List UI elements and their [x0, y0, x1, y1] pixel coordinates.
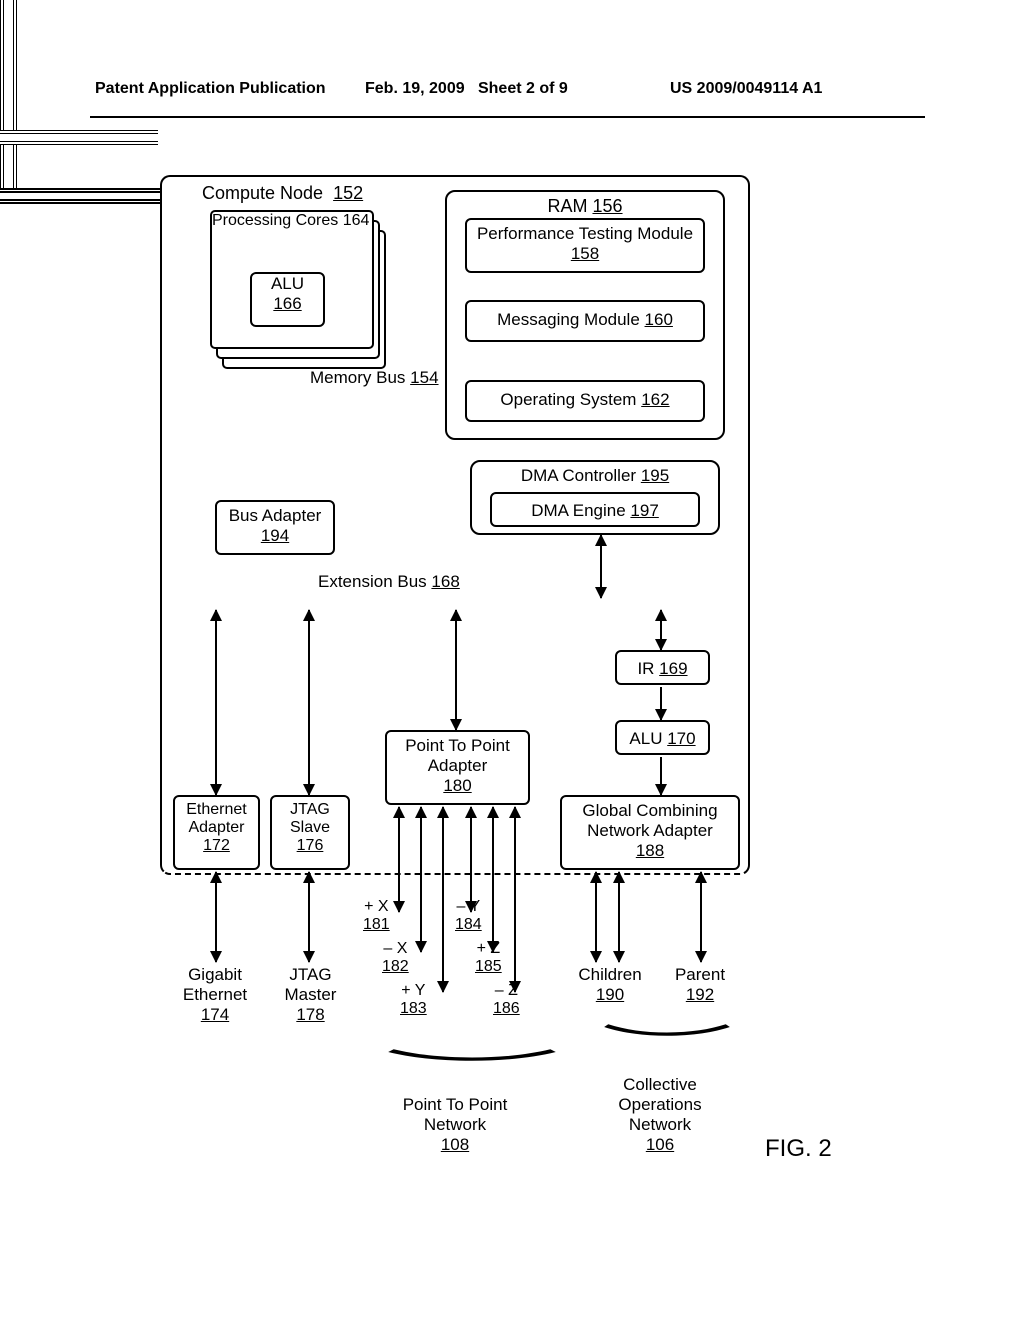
msg-ref: 160 — [645, 310, 673, 329]
header-date: Feb. 19, 2009 — [365, 80, 465, 97]
gcn-label: Global Combining Network Adapter — [562, 801, 738, 841]
arrow-ptp-py — [442, 807, 444, 992]
processing-cores-ref: 164 — [343, 212, 370, 229]
arrow-extbus-ir — [660, 610, 662, 650]
dmaeng-ref: 197 — [630, 501, 658, 520]
memory-bus-label: Memory Bus 154 — [310, 368, 439, 388]
parent-label: Parent192 — [660, 965, 740, 1005]
arrow-ptp-nz — [514, 807, 516, 992]
dmaeng-label: DMA Engine — [531, 501, 626, 520]
memory-bus-horizontal — [0, 130, 158, 145]
dma-engine-box: DMA Engine 197 — [490, 492, 700, 527]
memory-bus-text: Memory Bus — [310, 368, 405, 387]
gigabit-ethernet-label: Gigabit Ethernet174 — [165, 965, 265, 1025]
arrow-ptp-ny — [470, 807, 472, 912]
header-sheet: Sheet 2 of 9 — [478, 80, 568, 97]
arrow-jtag-master — [308, 872, 310, 962]
extension-bus-text: Extension Bus — [318, 572, 427, 591]
eth-label: Ethernet Adapter — [175, 801, 258, 837]
alu2-label: ALU — [629, 729, 662, 748]
arrow-ptp-px — [398, 807, 400, 912]
children-label: Children190 — [565, 965, 655, 1005]
alu-ref: 166 — [273, 294, 301, 313]
messaging-module-box: Messaging Module 160 — [465, 300, 705, 342]
compute-node-ref: 152 — [333, 183, 363, 203]
ptp-adapter-box: Point To Point Adapter 180 — [385, 730, 530, 805]
dir-minus-y: – Y184 — [455, 898, 482, 934]
ir-ref: 169 — [659, 659, 687, 678]
jtag-slave-box: JTAG Slave 176 — [270, 795, 350, 870]
extension-bus-ref: 168 — [431, 572, 459, 591]
os-ref: 162 — [641, 390, 669, 409]
ptp-label: Point To Point Adapter — [387, 736, 528, 776]
collective-network-label: Collective Operations Network106 — [585, 1075, 735, 1155]
dma-label: DMA Controller — [521, 466, 636, 485]
ptp-ref: 180 — [443, 776, 471, 795]
figure-label: FIG. 2 — [765, 1135, 832, 1163]
dir-plus-z: + Z185 — [475, 940, 502, 976]
dir-plus-y: + Y183 — [400, 982, 427, 1018]
dir-minus-z: – Z186 — [493, 982, 520, 1018]
ptp-network-label: Point To Point Network108 — [380, 1095, 530, 1155]
ir-label: IR — [637, 659, 654, 678]
ram-label: RAM — [547, 196, 587, 216]
brace-col: ︶ — [601, 1010, 733, 1074]
jtag-label: JTAG Slave — [272, 801, 348, 837]
memory-bus-ref: 154 — [410, 368, 438, 387]
perf-ref: 158 — [571, 244, 599, 263]
perf-label: Performance Testing Module — [467, 224, 703, 244]
arrow-extbus-ptp — [455, 610, 457, 730]
arrow-ptp-nx — [420, 807, 422, 952]
bus-adapter-label: Bus Adapter — [217, 506, 333, 526]
arrow-eth-gige — [215, 872, 217, 962]
extension-bus-label: Extension Bus 168 — [318, 572, 460, 592]
arrow-ptp-pz — [492, 807, 494, 952]
bus-adapter-ref: 194 — [261, 526, 289, 545]
jtag-master-label: JTAG Master178 — [273, 965, 348, 1025]
jtag-ref: 176 — [297, 837, 324, 854]
header-publication: Patent Application Publication — [95, 80, 326, 98]
alu-label: ALU — [252, 274, 323, 294]
arrow-alu2-gcn — [660, 757, 662, 795]
arrow-extbus-jtag — [308, 610, 310, 795]
arrow-gcn-child1 — [595, 872, 597, 962]
header-patent-number: US 2009/0049114 A1 — [670, 80, 822, 98]
dir-minus-x: – X182 — [382, 940, 409, 976]
brace-ptp: ︶ — [384, 1035, 560, 1099]
bus-adapter-connector — [0, 145, 17, 188]
gcn-ref: 188 — [636, 841, 664, 860]
dma-title: DMA Controller 195 — [472, 466, 718, 486]
ethernet-adapter-box: Ethernet Adapter 172 — [173, 795, 260, 870]
global-combining-adapter-box: Global Combining Network Adapter 188 — [560, 795, 740, 870]
arrow-gcn-parent — [700, 872, 702, 962]
compute-node-title: Compute Node 152 — [202, 183, 363, 204]
ram-ref: 156 — [592, 196, 622, 216]
alu2-box: ALU 170 — [615, 720, 710, 755]
processing-cores-label: Processing Cores — [212, 212, 338, 229]
compute-node-label: Compute Node — [202, 183, 323, 203]
ir-box: IR 169 — [615, 650, 710, 685]
arrow-ir-alu2 — [660, 687, 662, 720]
msg-label: Messaging Module — [497, 310, 640, 329]
dma-ref: 195 — [641, 466, 669, 485]
arrow-gcn-child2 — [618, 872, 620, 962]
memory-bus-vertical — [0, 0, 17, 130]
patent-diagram-page: Patent Application Publication Feb. 19, … — [0, 0, 1024, 1320]
perf-testing-module-box: Performance Testing Module 158 — [465, 218, 705, 273]
ram-title: RAM 156 — [447, 196, 723, 217]
header-rule — [90, 116, 925, 118]
alu-box: ALU 166 — [250, 272, 325, 327]
eth-ref: 172 — [203, 837, 230, 854]
header-date-sheet: Feb. 19, 2009 Sheet 2 of 9 — [365, 80, 568, 98]
arrow-extbus-eth — [215, 610, 217, 795]
dir-plus-x: + X181 — [363, 898, 390, 934]
os-label: Operating System — [500, 390, 636, 409]
arrow-dma-extbus — [600, 535, 602, 598]
bus-adapter-box: Bus Adapter 194 — [215, 500, 335, 555]
alu2-ref: 170 — [667, 729, 695, 748]
operating-system-box: Operating System 162 — [465, 380, 705, 422]
